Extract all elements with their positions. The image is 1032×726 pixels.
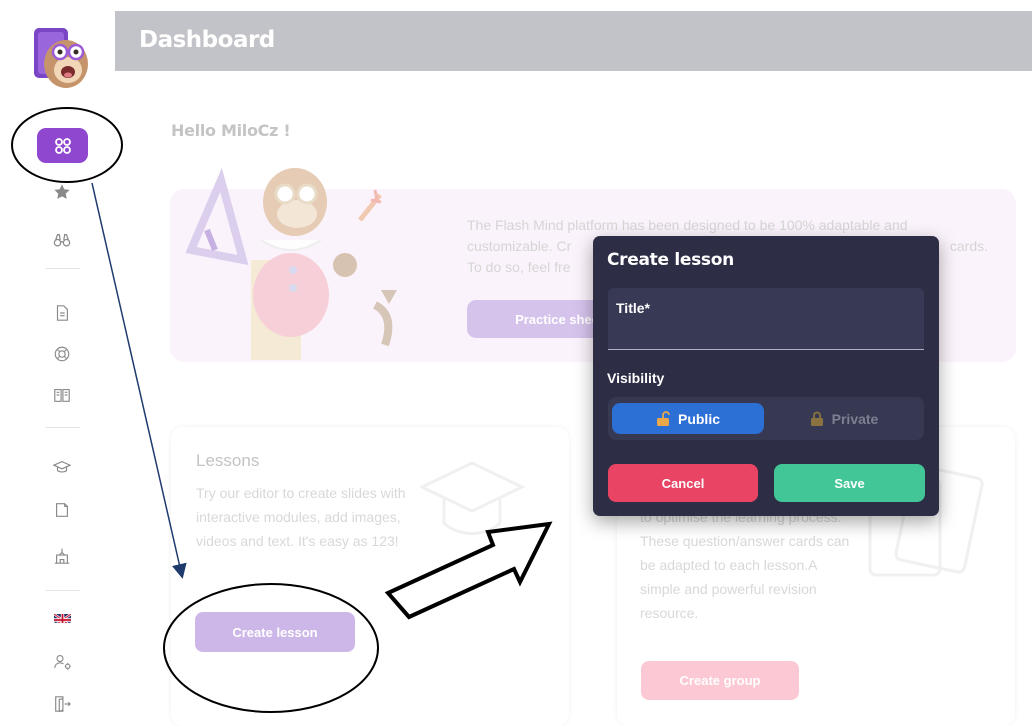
- greeting-text: Hello MiloCz !: [171, 121, 291, 140]
- sidebar-item-school[interactable]: [52, 546, 72, 566]
- sidebar-item-cards[interactable]: [52, 500, 72, 520]
- visibility-label: Visibility: [607, 370, 665, 386]
- sidebar-item-documents[interactable]: [52, 303, 72, 323]
- create-lesson-dialog: Create lesson Title* Visibility Public P…: [593, 236, 939, 516]
- dialog-title: Create lesson: [607, 250, 734, 270]
- sidebar: [0, 0, 115, 726]
- lessons-description: Try our editor to create slides with int…: [196, 485, 406, 549]
- create-group-button[interactable]: Create group: [641, 661, 799, 700]
- graduation-cap-icon: [53, 460, 71, 473]
- top-header: Dashboard: [115, 11, 1032, 71]
- lifebuoy-icon: [54, 346, 70, 362]
- graduation-cap-icon: [420, 461, 525, 535]
- unlocked-padlock-icon: [656, 411, 670, 426]
- title-input[interactable]: [616, 322, 912, 342]
- visibility-public-option[interactable]: Public: [612, 403, 764, 434]
- sidebar-item-library[interactable]: [52, 385, 72, 405]
- sidebar-item-favorites[interactable]: [52, 182, 72, 202]
- title-field-label: Title*: [616, 300, 650, 316]
- sidebar-item-courses[interactable]: [52, 457, 72, 477]
- visibility-private-label: Private: [831, 410, 879, 427]
- locked-padlock-icon: [810, 411, 823, 426]
- banner-text-line: The Flash Mind platform has been designe…: [467, 217, 908, 233]
- open-book-icon: [54, 389, 70, 402]
- create-lesson-button[interactable]: Create lesson: [195, 612, 355, 652]
- note-card-icon: [56, 503, 68, 517]
- star-icon: [54, 184, 70, 199]
- visibility-public-label: Public: [677, 410, 720, 427]
- visibility-toggle: Public Private: [608, 397, 924, 440]
- sidebar-item-dashboard[interactable]: [37, 128, 88, 163]
- school-building-icon: [54, 548, 70, 564]
- document-icon: [56, 305, 68, 321]
- binoculars-icon: [53, 233, 71, 247]
- visibility-private-option[interactable]: Private: [768, 403, 920, 434]
- title-field[interactable]: Title*: [608, 288, 924, 350]
- lessons-title: Lessons: [196, 451, 260, 470]
- sidebar-item-help[interactable]: [52, 344, 72, 364]
- banner-text-line: cards.: [949, 238, 988, 254]
- save-button[interactable]: Save: [774, 464, 925, 502]
- sidebar-divider: [46, 590, 80, 591]
- uk-flag-icon[interactable]: [54, 611, 71, 623]
- banner-text-line: customizable. Cr: [467, 238, 572, 254]
- groups-description: to optimise the learning process. These …: [640, 509, 850, 621]
- sidebar-item-logout[interactable]: [52, 694, 72, 714]
- sidebar-item-explore[interactable]: [52, 230, 72, 250]
- sidebar-divider: [46, 427, 80, 428]
- sidebar-item-account[interactable]: [52, 652, 73, 672]
- user-settings-icon: [53, 655, 71, 670]
- sidebar-divider: [46, 268, 80, 269]
- mascot-teacher-illustration: [185, 167, 397, 360]
- cancel-button[interactable]: Cancel: [608, 464, 758, 502]
- dashboard-grid-icon: [54, 137, 71, 154]
- page-title: Dashboard: [139, 27, 275, 53]
- logout-door-icon: [55, 696, 71, 712]
- flash-mind-logo[interactable]: [30, 20, 94, 92]
